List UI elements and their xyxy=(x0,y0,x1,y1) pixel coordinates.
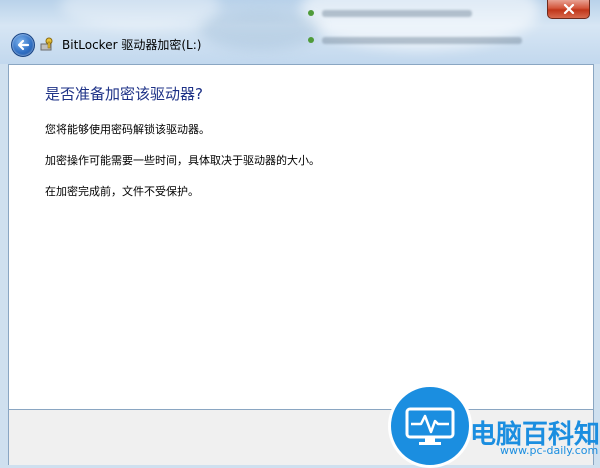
background-text-blur xyxy=(322,37,522,44)
close-button[interactable] xyxy=(547,0,590,19)
info-text-duration: 加密操作可能需要一些时间，具体取决于驱动器的大小。 xyxy=(45,154,320,167)
background-glare xyxy=(60,0,220,30)
wizard-content: 是否准备加密该驱动器? 您将能够使用密码解锁该驱动器。 加密操作可能需要一些时间… xyxy=(8,64,594,410)
info-text-protection: 在加密完成前，文件不受保护。 xyxy=(45,185,199,198)
logo-url: www.pc-daily.com xyxy=(500,444,599,457)
watermark-logo: 电脑百科知识 www.pc-daily.com xyxy=(388,378,600,468)
back-arrow-icon xyxy=(17,39,30,51)
close-icon xyxy=(563,4,575,14)
logo-badge xyxy=(388,384,472,468)
page-title: 是否准备加密该驱动器? xyxy=(45,85,203,103)
monitor-pulse-icon xyxy=(405,407,455,445)
background-text-blur xyxy=(322,10,472,17)
background-bullet xyxy=(308,10,314,16)
background-bullet xyxy=(308,37,314,43)
window-title: BitLocker 驱动器加密(L:) xyxy=(62,38,202,52)
back-button[interactable] xyxy=(11,33,35,57)
window-title-bar: BitLocker 驱动器加密(L:) xyxy=(0,0,600,64)
info-text-password: 您将能够使用密码解锁该驱动器。 xyxy=(45,123,210,136)
background-glare xyxy=(200,10,320,50)
bitlocker-key-icon xyxy=(40,37,53,51)
